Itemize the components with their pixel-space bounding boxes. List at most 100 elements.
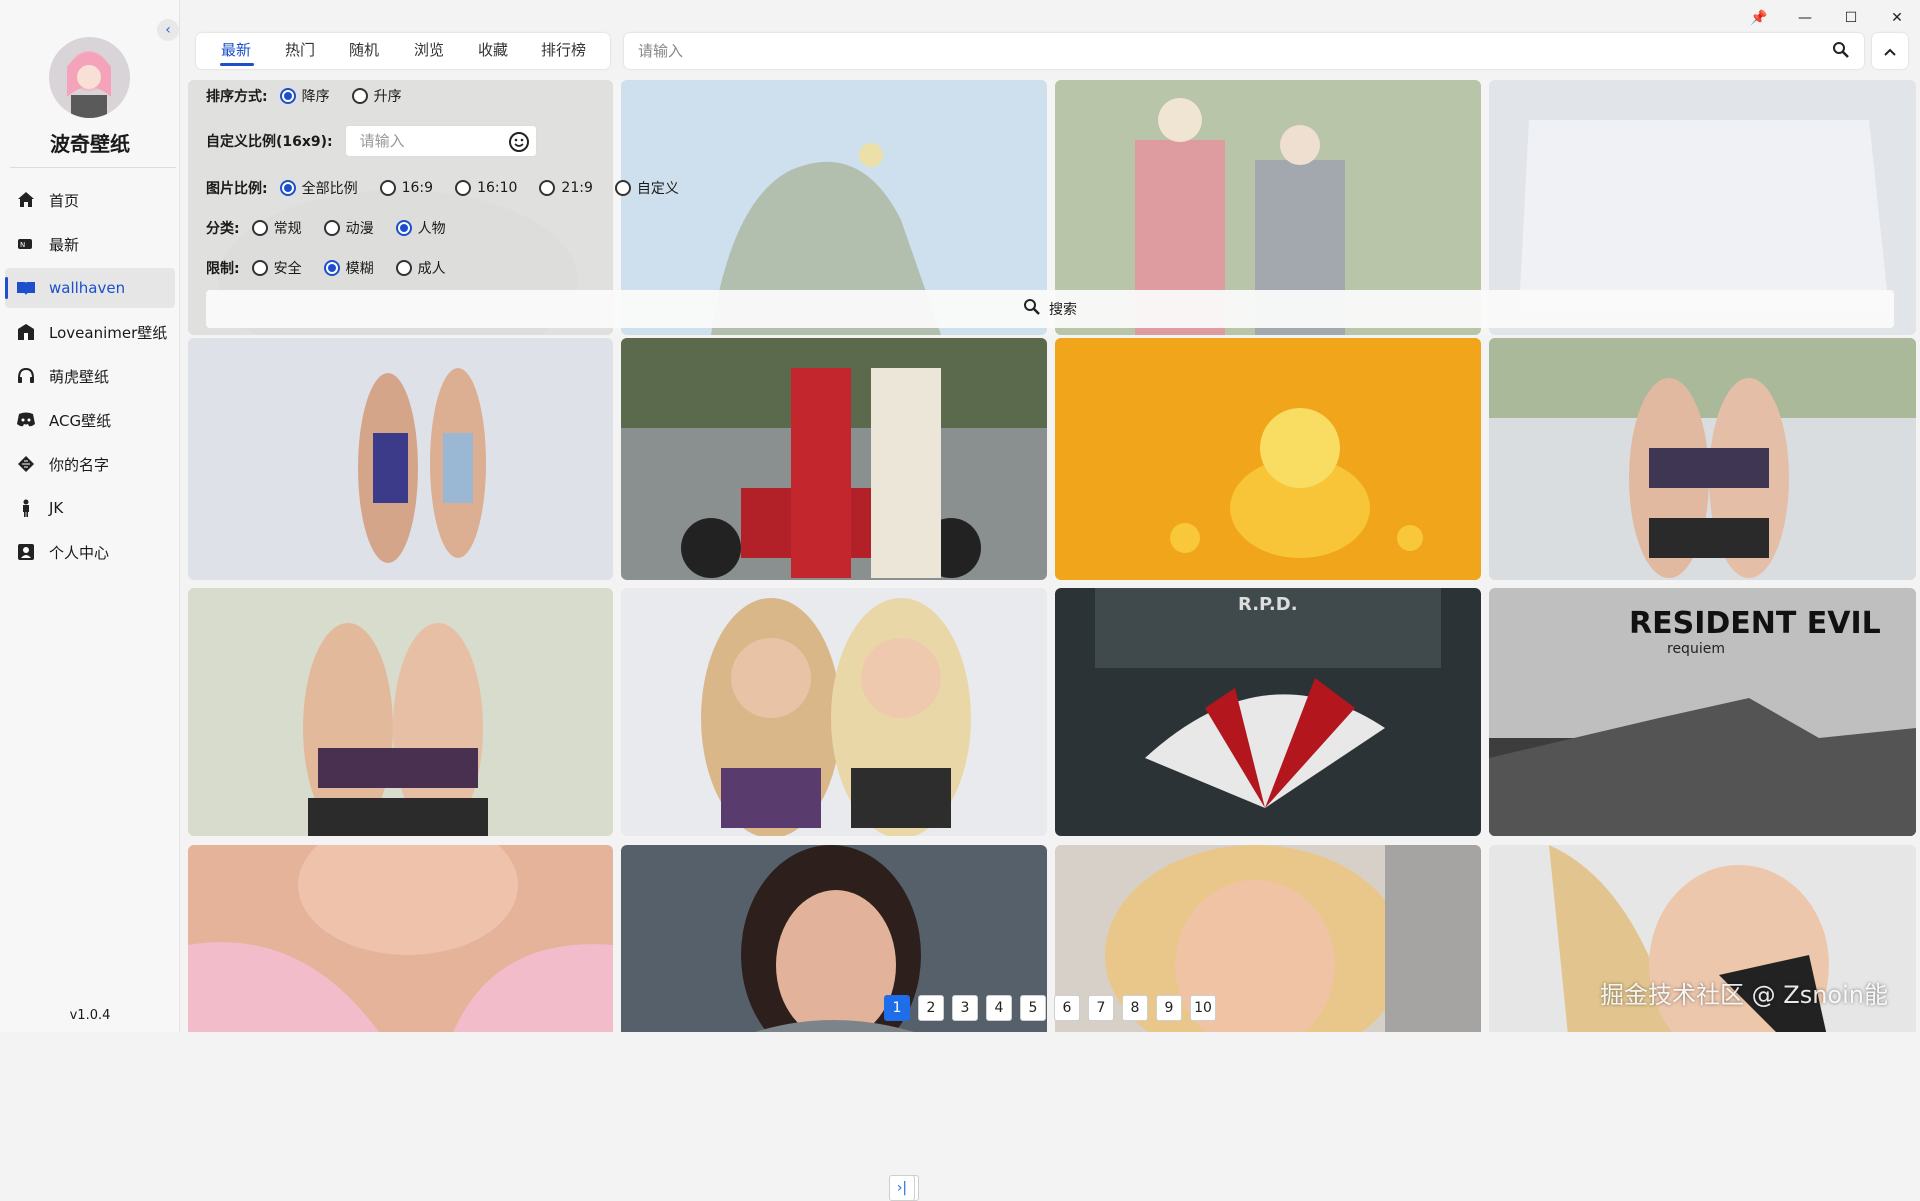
sidebar-nav: 首页 N 最新 wallhaven Loveanimer壁纸 萌虎壁纸 ACG壁… xyxy=(5,180,175,576)
divider xyxy=(10,167,176,168)
category-anime-radio[interactable]: 动漫 xyxy=(323,218,374,238)
sidebar-item-label: 个人中心 xyxy=(49,543,110,562)
page-button[interactable]: 4 xyxy=(986,995,1012,1021)
sidebar-item-wallhaven[interactable]: wallhaven xyxy=(5,268,175,308)
emoji-icon[interactable] xyxy=(508,131,530,153)
page-button[interactable]: 9 xyxy=(1156,995,1182,1021)
school-icon xyxy=(15,321,37,343)
page-button[interactable]: 8 xyxy=(1122,995,1148,1021)
tab-hot[interactable]: 热门 xyxy=(285,39,315,60)
radio-dot xyxy=(455,180,472,196)
tab-ranking[interactable]: 排行榜 xyxy=(541,39,586,60)
custom-ratio-row: 自定义比例(16x9): xyxy=(206,125,537,157)
search-bar xyxy=(624,33,1864,69)
ratio-16-9-radio[interactable]: 16:9 xyxy=(379,180,433,196)
custom-ratio-input[interactable] xyxy=(345,126,496,156)
sidebar-item-acg[interactable]: ACG壁纸 xyxy=(5,400,175,440)
radio-label: 升序 xyxy=(373,89,402,105)
purity-sketchy-radio[interactable]: 模糊 xyxy=(323,258,374,278)
radio-dot xyxy=(279,180,296,196)
tab-random[interactable]: 随机 xyxy=(349,39,379,60)
radio-dot xyxy=(395,220,412,236)
wallpaper-thumbnail[interactable] xyxy=(621,588,1047,836)
collapse-filter-button[interactable] xyxy=(1872,33,1908,69)
purity-nsfw-radio[interactable]: 成人 xyxy=(395,258,446,278)
ratio-row: 图片比例: 全部比例 16:9 16:10 21:9 自定义 xyxy=(206,178,701,198)
sort-asc-radio[interactable]: 升序 xyxy=(351,86,402,106)
last-page-button[interactable]: ›| xyxy=(889,1175,915,1201)
wallpaper-thumbnail[interactable] xyxy=(1055,338,1481,580)
ratio-21-9-radio[interactable]: 21:9 xyxy=(539,180,593,196)
radio-label: 降序 xyxy=(301,89,330,105)
rpd-sign: R.P.D. xyxy=(1238,594,1298,615)
radio-dot xyxy=(323,260,340,276)
radio-label: 21:9 xyxy=(561,180,593,196)
maximize-button[interactable]: ☐ xyxy=(1838,6,1864,30)
ratio-all-radio[interactable]: 全部比例 xyxy=(279,178,358,198)
wallpaper-thumbnail[interactable] xyxy=(1489,338,1916,580)
sort-desc-radio[interactable]: 降序 xyxy=(279,86,330,106)
category-people-radio[interactable]: 人物 xyxy=(395,218,446,238)
radio-label: 16:10 xyxy=(477,180,518,196)
radio-label: 动漫 xyxy=(345,221,374,237)
sidebar-item-home[interactable]: 首页 xyxy=(5,180,175,220)
radio-label: 自定义 xyxy=(636,181,679,197)
filter-panel: 排序方式: 降序 升序 自定义比例(16x9): 图片比例: 全部比例 16:9… xyxy=(188,80,1916,335)
wallpaper-thumbnail[interactable] xyxy=(188,338,613,580)
sidebar-item-label: wallhaven xyxy=(49,279,126,297)
page-button[interactable]: 3 xyxy=(952,995,978,1021)
close-button[interactable]: ✕ xyxy=(1884,6,1910,30)
sidebar-item-label: 萌虎壁纸 xyxy=(49,367,110,386)
pagination: 1 2 3 4 5 6 7 8 9 10 › ›| xyxy=(884,995,1224,1201)
sidebar-item-profile[interactable]: 个人中心 xyxy=(5,532,175,572)
wallpaper-thumbnail[interactable]: R.P.D. xyxy=(1055,588,1481,836)
category-general-radio[interactable]: 常规 xyxy=(251,218,302,238)
wallpaper-thumbnail[interactable]: RESIDENT EVIL requiem xyxy=(1489,588,1916,836)
search-input[interactable] xyxy=(636,37,1816,65)
ratio-custom-radio[interactable]: 自定义 xyxy=(614,178,679,198)
chevron-left-icon: ‹ xyxy=(165,22,171,38)
pin-button[interactable]: 📌 xyxy=(1746,6,1772,30)
sidebar-item-label: 最新 xyxy=(49,235,80,254)
tab-latest[interactable]: 最新 xyxy=(221,39,251,60)
sidebar-item-new[interactable]: N 最新 xyxy=(5,224,175,264)
radio-dot xyxy=(379,180,396,196)
layers-icon xyxy=(15,453,37,475)
sidebar-item-loveanimer[interactable]: Loveanimer壁纸 xyxy=(5,312,175,352)
ratio-16-10-radio[interactable]: 16:10 xyxy=(455,180,517,196)
pin-icon: 📌 xyxy=(1750,10,1768,26)
radio-dot xyxy=(351,88,368,104)
minimize-button[interactable]: — xyxy=(1792,6,1818,30)
page-button[interactable]: 2 xyxy=(918,995,944,1021)
sidebar-item-yourname[interactable]: 你的名字 xyxy=(5,444,175,484)
page-button[interactable]: 10 xyxy=(1190,995,1216,1021)
wallpaper-thumbnail[interactable] xyxy=(188,588,613,836)
page-button[interactable]: 1 xyxy=(884,995,910,1021)
page-button[interactable]: 6 xyxy=(1054,995,1080,1021)
sidebar-item-label: Loveanimer壁纸 xyxy=(49,323,168,342)
tab-browse[interactable]: 浏览 xyxy=(414,39,444,60)
radio-dot xyxy=(395,260,412,276)
person-icon xyxy=(15,497,37,519)
sidebar-item-menghu[interactable]: 萌虎壁纸 xyxy=(5,356,175,396)
sidebar-item-jk[interactable]: JK xyxy=(5,488,175,528)
wallpaper-thumbnail[interactable] xyxy=(621,338,1047,580)
wallpaper-thumbnail[interactable] xyxy=(188,845,613,1032)
radio-label: 全部比例 xyxy=(301,181,358,197)
svg-text:N: N xyxy=(20,241,25,249)
purity-safe-radio[interactable]: 安全 xyxy=(251,258,302,278)
radio-dot xyxy=(251,260,268,276)
radio-dot xyxy=(251,220,268,236)
new-icon: N xyxy=(15,233,37,255)
tab-favorites[interactable]: 收藏 xyxy=(478,39,508,60)
custom-ratio-label: 自定义比例(16x9): xyxy=(206,134,333,150)
page-button[interactable]: 7 xyxy=(1088,995,1114,1021)
radio-label: 常规 xyxy=(273,221,302,237)
resident-evil-subtitle: requiem xyxy=(1667,641,1725,657)
app-version: v1.0.4 xyxy=(69,1008,111,1023)
filter-search-button[interactable]: 搜索 xyxy=(206,290,1894,328)
search-icon[interactable] xyxy=(1832,41,1852,61)
filter-search-label: 搜索 xyxy=(1049,302,1077,318)
collapse-sidebar-button[interactable]: ‹ xyxy=(157,19,179,41)
page-button[interactable]: 5 xyxy=(1020,995,1046,1021)
